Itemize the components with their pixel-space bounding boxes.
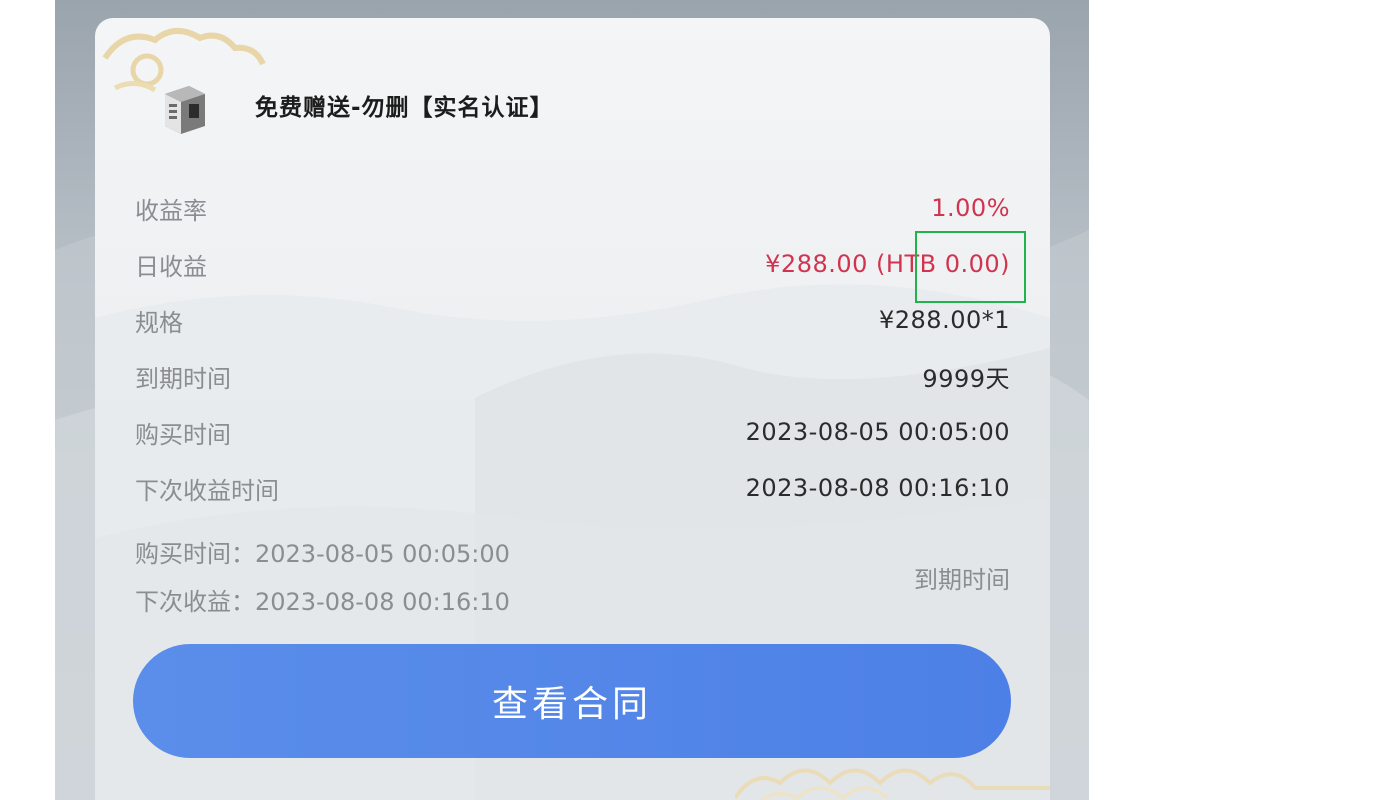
detail-row-purchase-time: 购买时间 2023-08-05 00:05:00 [135, 404, 1010, 460]
next-income-summary: 下次收益：2023-08-08 00:16:10 [135, 588, 510, 616]
detail-label: 日收益 [135, 252, 207, 281]
detail-row-daily-income: 日收益 ¥288.00 (HTB 0.00) [135, 236, 1010, 292]
detail-label: 规格 [135, 308, 183, 337]
summary-block: 购买时间：2023-08-05 00:05:00 下次收益：2023-08-08… [135, 526, 1010, 626]
view-contract-button[interactable]: 查看合同 [133, 644, 1011, 758]
purchase-time-summary: 购买时间：2023-08-05 00:05:00 [135, 540, 510, 568]
detail-value: ¥288.00*1 [878, 306, 1010, 334]
detail-value: 1.00% [931, 194, 1010, 222]
detail-row-next-income-time: 下次收益时间 2023-08-08 00:16:10 [135, 460, 1010, 516]
detail-row-spec: 规格 ¥288.00*1 [135, 292, 1010, 348]
detail-label: 到期时间 [135, 364, 231, 393]
expiry-time-label: 到期时间 [914, 566, 1010, 594]
detail-label: 下次收益时间 [135, 476, 279, 505]
detail-value: 9999天 [922, 364, 1010, 393]
detail-label: 购买时间 [135, 420, 231, 449]
detail-value: 2023-08-08 00:16:10 [745, 474, 1010, 502]
detail-row-yield-rate: 收益率 1.00% [135, 180, 1010, 236]
annotation-highlight-box [915, 231, 1026, 303]
detail-label: 收益率 [135, 196, 207, 225]
detail-list: 收益率 1.00% 日收益 ¥288.00 (HTB 0.00) 规格 ¥288… [135, 180, 1010, 516]
detail-value: 2023-08-05 00:05:00 [745, 418, 1010, 446]
detail-row-expiry: 到期时间 9999天 [135, 348, 1010, 404]
